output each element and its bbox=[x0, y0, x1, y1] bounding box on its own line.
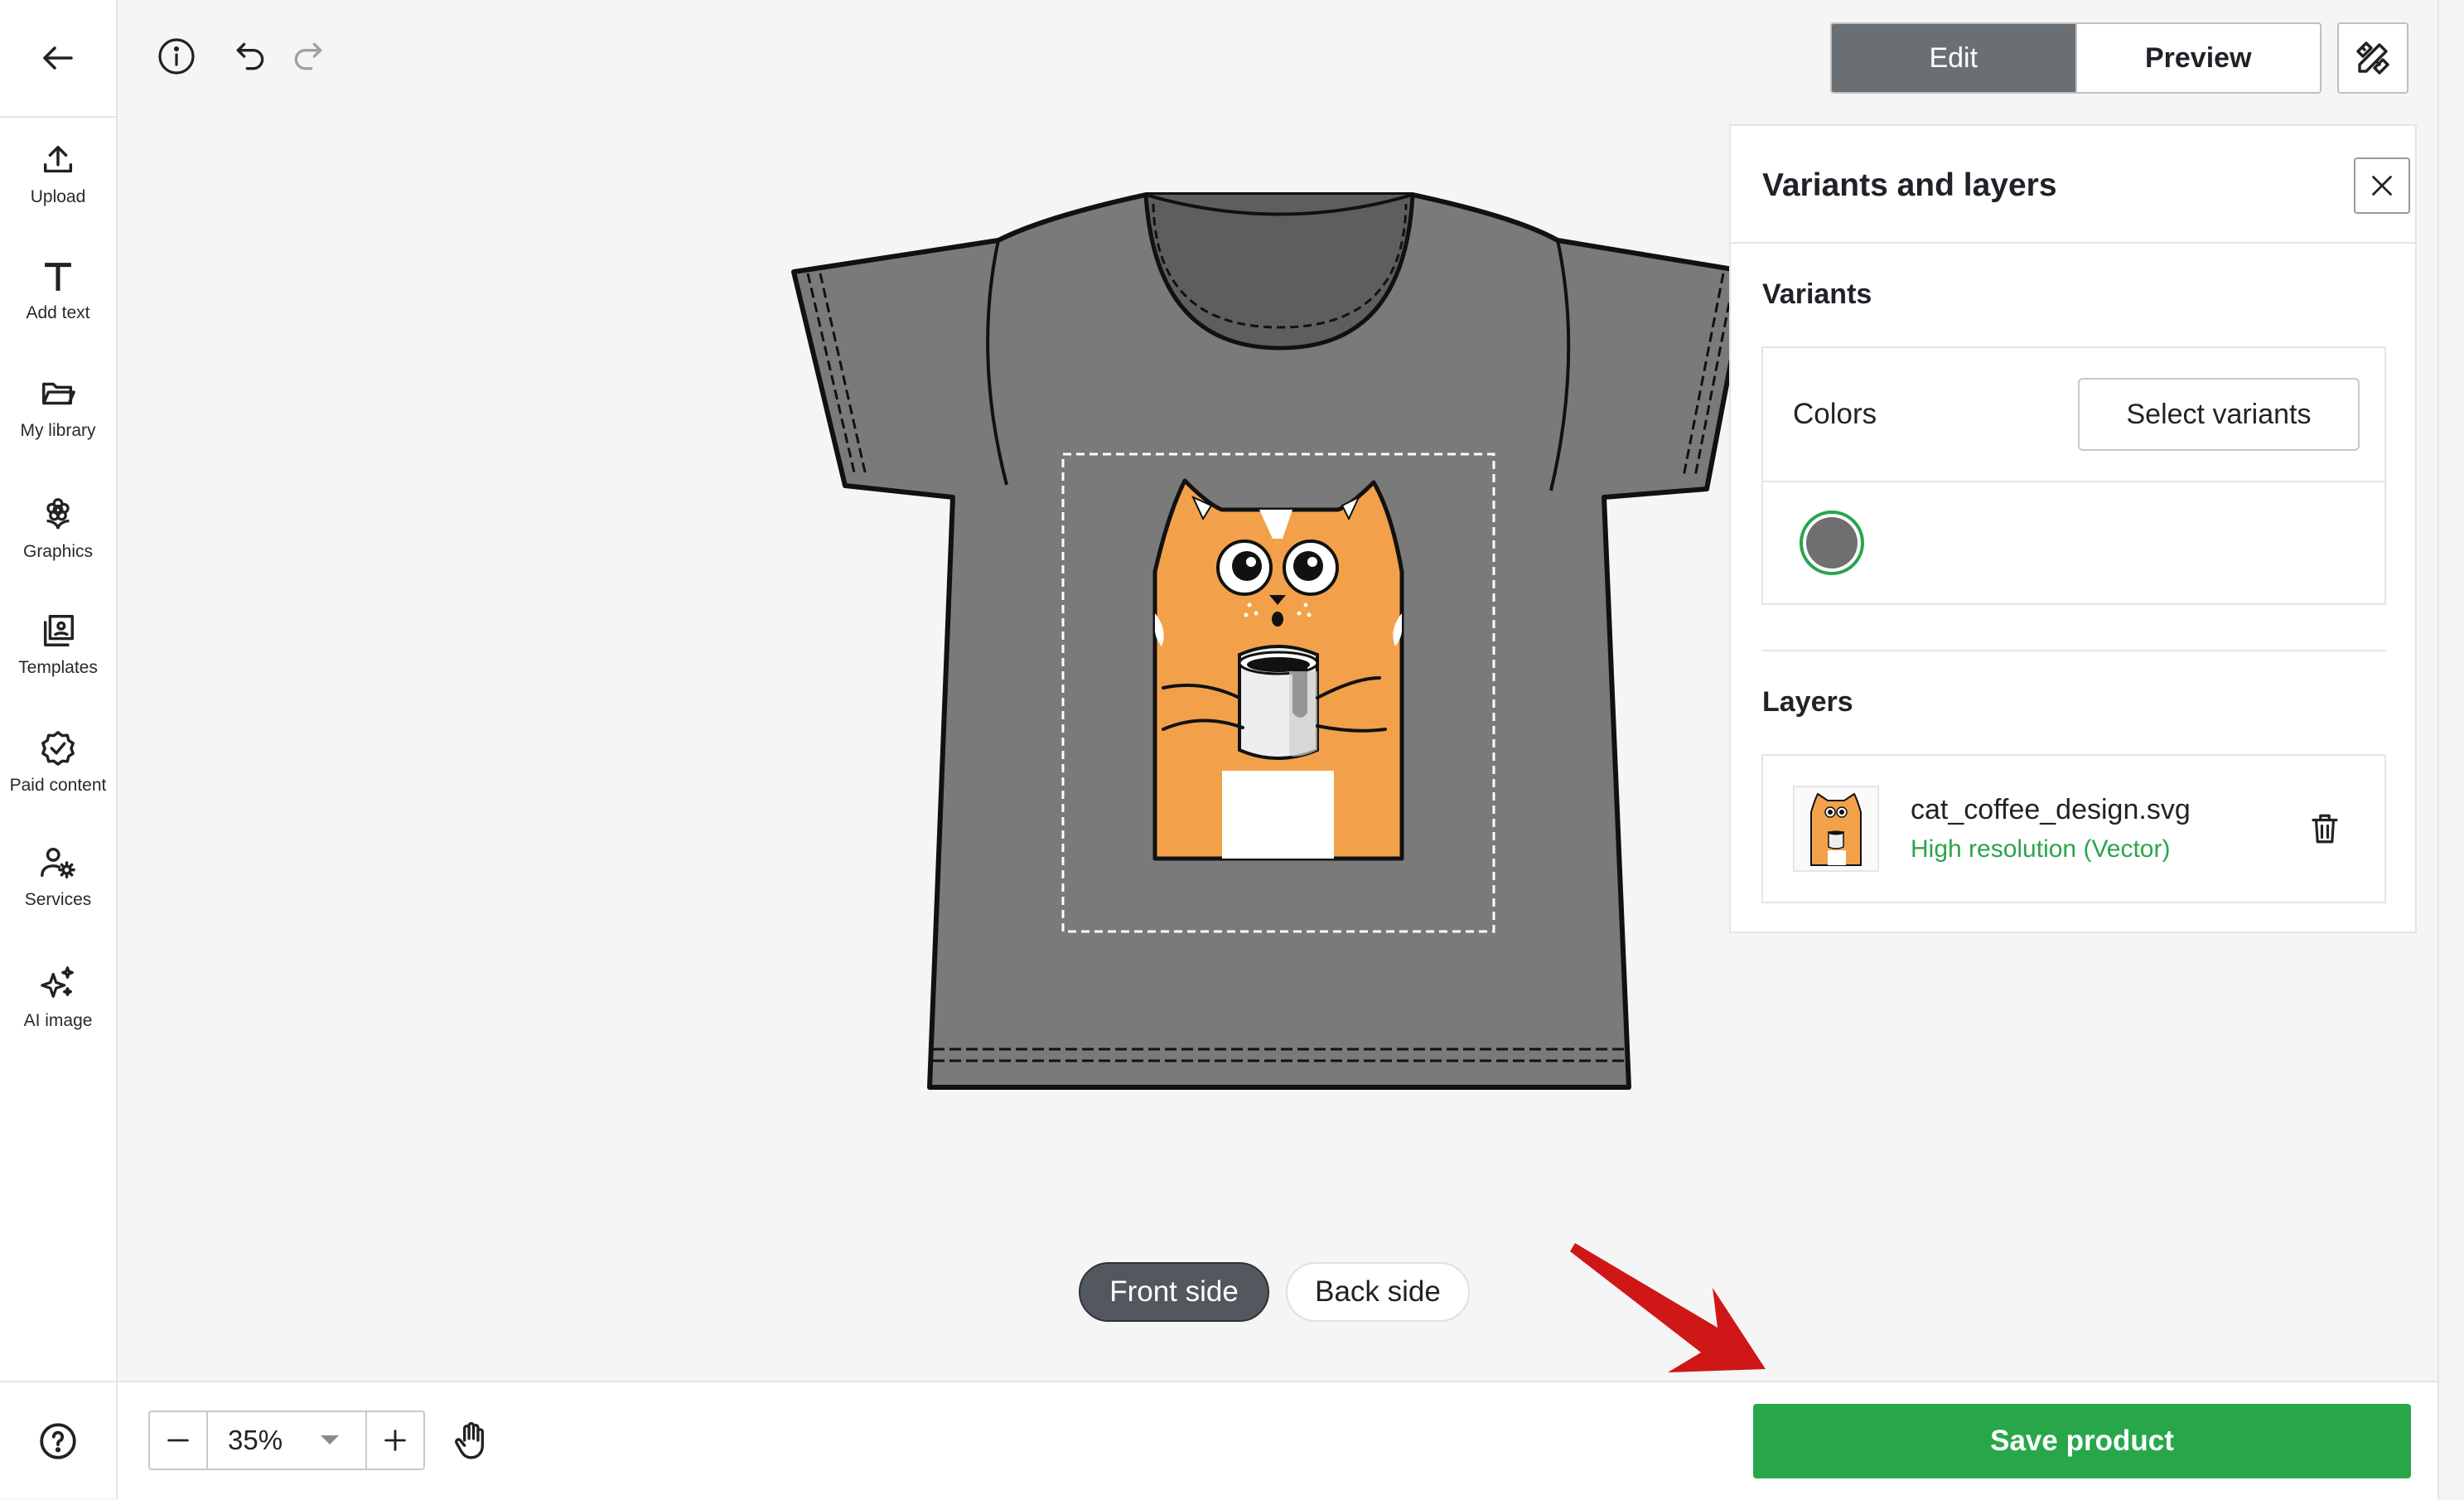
panel-divider bbox=[1731, 242, 2415, 244]
templates-icon bbox=[43, 615, 74, 646]
badge-check-icon bbox=[41, 731, 75, 766]
product-canvas[interactable] bbox=[779, 186, 1740, 1106]
sidebar-item-label: Upload bbox=[30, 187, 86, 206]
plus-icon bbox=[384, 1430, 406, 1451]
user-gear-icon bbox=[41, 847, 75, 878]
tab-edit[interactable]: Edit bbox=[1832, 24, 2075, 92]
back-side-button[interactable]: Back side bbox=[1286, 1262, 1470, 1322]
zoom-control: 35% bbox=[148, 1410, 425, 1470]
help-button[interactable] bbox=[0, 1381, 116, 1500]
zoom-in-button[interactable] bbox=[365, 1412, 423, 1469]
layer-item[interactable]: cat_coffee_design.svg High resolution (V… bbox=[1761, 754, 2386, 903]
sidebar-item-label: Services bbox=[24, 890, 92, 909]
save-product-button[interactable]: Save product bbox=[1753, 1404, 2411, 1478]
sidebar-item-paid-content[interactable]: Paid content bbox=[0, 709, 116, 816]
color-swatch-fill bbox=[1806, 517, 1858, 569]
help-icon bbox=[40, 1423, 76, 1459]
sidebar-item-label: Templates bbox=[18, 658, 98, 677]
close-icon bbox=[2372, 176, 2392, 196]
design-tools-button[interactable] bbox=[2337, 22, 2408, 94]
sidebar-item-label: AI image bbox=[23, 1011, 93, 1030]
chevron-down-icon bbox=[321, 1435, 339, 1444]
sidebar-item-label: Graphics bbox=[22, 542, 94, 561]
arrow-left-icon bbox=[43, 46, 73, 70]
section-divider bbox=[1761, 650, 2386, 651]
panel-scrollbar[interactable] bbox=[2415, 244, 2417, 931]
sidebar-item-upload[interactable]: Upload bbox=[0, 120, 116, 228]
hand-icon bbox=[455, 1421, 484, 1459]
sidebar-item-graphics[interactable]: Graphics bbox=[0, 475, 116, 583]
back-button[interactable] bbox=[0, 0, 116, 118]
mode-switch: Edit Preview bbox=[1830, 22, 2321, 94]
color-swatch-selected[interactable] bbox=[1800, 510, 1864, 575]
delete-layer-button[interactable] bbox=[2302, 806, 2348, 852]
folder-icon bbox=[42, 382, 75, 405]
cat-coffee-design[interactable] bbox=[1152, 478, 1404, 861]
sidebar-item-ai-image[interactable]: AI image bbox=[0, 944, 116, 1052]
sidebar-item-add-text[interactable]: Add text bbox=[0, 236, 116, 344]
cat-thumbnail-image bbox=[1810, 792, 1862, 866]
window-right-edge bbox=[2437, 0, 2464, 1498]
trash-icon bbox=[2312, 814, 2338, 844]
layer-name: cat_coffee_design.svg bbox=[1911, 794, 2191, 825]
annotation-arrow bbox=[1570, 1243, 1766, 1372]
tab-preview[interactable]: Preview bbox=[2075, 24, 2321, 92]
sidebar-item-my-library[interactable]: My library bbox=[0, 354, 116, 462]
layer-resolution: High resolution (Vector) bbox=[1911, 835, 2171, 863]
info-button[interactable] bbox=[153, 33, 200, 80]
panel-title: Variants and layers bbox=[1762, 167, 2057, 203]
redo-button[interactable] bbox=[285, 33, 331, 80]
flower-icon bbox=[46, 498, 70, 530]
sidebar-item-templates[interactable]: Templates bbox=[0, 591, 116, 699]
colors-divider bbox=[1763, 481, 2384, 482]
minus-icon bbox=[167, 1439, 189, 1442]
colors-label: Colors bbox=[1793, 398, 1877, 430]
select-variants-button[interactable]: Select variants bbox=[2078, 378, 2360, 451]
left-sidebar: Upload Add text My library Graphics Temp… bbox=[0, 0, 118, 1498]
sparkle-icon bbox=[41, 966, 74, 998]
design-tools-icon bbox=[2356, 41, 2389, 75]
zoom-value: 35% bbox=[228, 1425, 283, 1455]
pan-tool-button[interactable] bbox=[445, 1414, 498, 1467]
undo-icon bbox=[236, 42, 264, 70]
bottom-bar: 35% Save product bbox=[118, 1381, 2437, 1500]
text-icon bbox=[45, 263, 71, 291]
sidebar-item-label: Paid content bbox=[9, 776, 107, 795]
undo-button[interactable] bbox=[227, 33, 273, 80]
zoom-level-select[interactable]: 35% bbox=[208, 1412, 365, 1469]
variants-heading: Variants bbox=[1762, 278, 1872, 310]
front-side-button[interactable]: Front side bbox=[1079, 1262, 1269, 1322]
layers-heading: Layers bbox=[1762, 686, 1853, 718]
redo-icon bbox=[294, 42, 322, 70]
sidebar-item-label: Add text bbox=[26, 303, 90, 322]
sidebar-item-label: My library bbox=[20, 421, 96, 440]
variants-layers-panel: Variants and layers Variants Colors Sele… bbox=[1729, 124, 2417, 933]
upload-icon bbox=[43, 145, 73, 173]
layer-thumbnail bbox=[1793, 786, 1879, 872]
sidebar-item-services[interactable]: Services bbox=[0, 823, 116, 931]
colors-card: Colors Select variants bbox=[1761, 346, 2386, 605]
zoom-out-button[interactable] bbox=[150, 1412, 208, 1469]
info-icon bbox=[158, 38, 195, 75]
panel-close-button[interactable] bbox=[2354, 157, 2410, 214]
